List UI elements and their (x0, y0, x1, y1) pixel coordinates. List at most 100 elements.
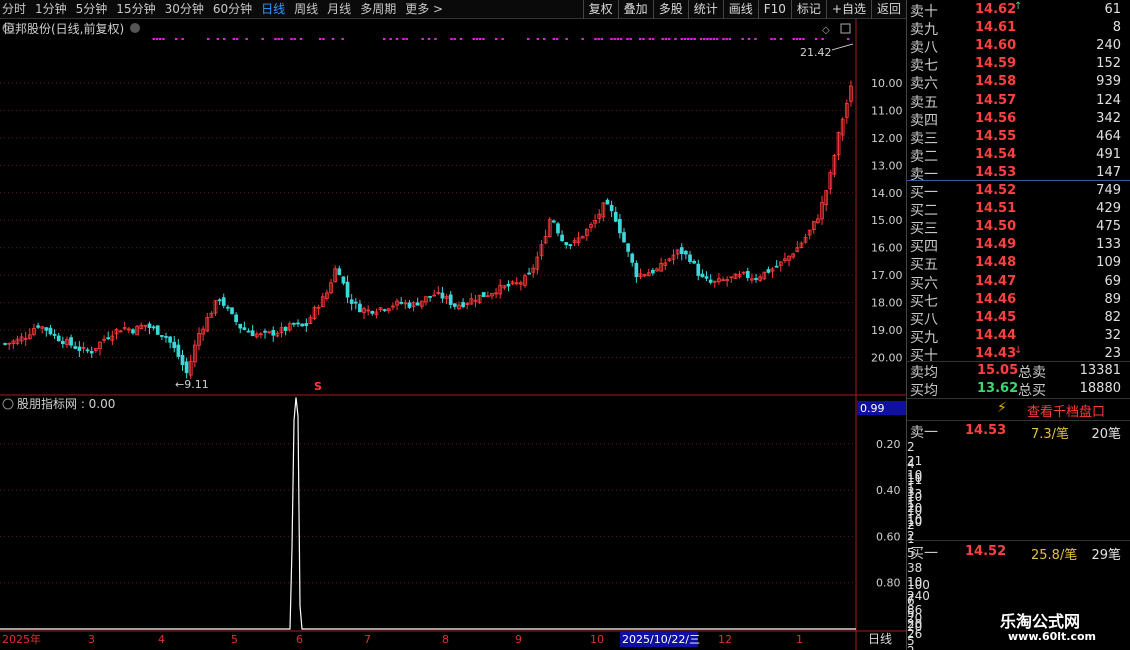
candle-body (292, 322, 296, 325)
buy-level-row[interactable]: 买四 14.49 133 (907, 235, 1130, 255)
candle-body (242, 327, 247, 330)
sell-level-row[interactable]: 卖一 14.53 147 (907, 163, 1130, 183)
candle-body (684, 250, 688, 255)
x-axis-label: 4 (158, 633, 165, 646)
tab-weekly[interactable]: 周线 (294, 1, 318, 18)
signal-dot (664, 38, 668, 40)
signal-dot (155, 38, 159, 40)
sell1-order-row: 11 13 20 10 2 (907, 473, 1130, 543)
candle-body (147, 323, 152, 328)
indicator-collapse-icon[interactable] (2, 398, 14, 410)
buy-level-row[interactable]: 买二 14.51 429 (907, 199, 1130, 219)
price-tick-label: 18.00 (871, 297, 903, 310)
add-watchlist-button[interactable]: +自选 (825, 0, 871, 19)
sell1-order-row: 2 21 10 1 1 (907, 440, 1130, 510)
tab-15min[interactable]: 15分钟 (116, 1, 155, 18)
signal-dot (475, 38, 479, 40)
stats-button[interactable]: 统计 (687, 0, 723, 19)
sell-average-value: 15.05 (977, 363, 1019, 378)
signal-dot (661, 38, 664, 40)
buy-level-row[interactable]: 买三 14.50 475 (907, 217, 1130, 237)
signal-dot (555, 38, 559, 40)
price-tick-label: 20.00 (871, 352, 903, 365)
qianpan-label: 查看千档盘口 (1027, 405, 1106, 420)
candle-body (60, 340, 65, 344)
sell-level-price: 14.55 (975, 128, 1017, 144)
sell-level-row[interactable]: 卖八 14.60 240 (907, 36, 1130, 56)
signal-dot (639, 38, 642, 40)
mark-button[interactable]: 标记 (790, 0, 826, 19)
tab-1min[interactable]: 1分钟 (35, 1, 67, 18)
qianpan-button[interactable]: ⚡ 查看千档盘口 (907, 398, 1130, 420)
sell-level-price: 14.61 (975, 20, 1017, 36)
price-chart[interactable]: 20.00 19.00 18.00 17.00 16.00 15.00 14.00 13.00… (0, 19, 906, 650)
sell-level-row[interactable]: 卖五 14.57 124 (907, 91, 1130, 111)
buy-level-volume: 89 (1104, 291, 1121, 307)
buy-level-volume: 109 (1096, 255, 1121, 271)
sell-level-row[interactable]: 卖十 14.62 61 ↑ (907, 0, 1130, 20)
sell-level-row[interactable]: 卖二 14.54 491 (907, 145, 1130, 165)
candle-body (568, 244, 573, 247)
toolbar-actions: 复权 叠加 多股 统计 画线 F10 标记 +自选 返回 (582, 0, 906, 19)
candle-body (341, 276, 346, 284)
candle-body (700, 273, 705, 278)
overlay-button[interactable]: 叠加 (617, 0, 653, 19)
sell-level-row[interactable]: 卖三 14.55 464 (907, 127, 1130, 147)
tab-60min[interactable]: 60分钟 (213, 1, 252, 18)
candle-body (415, 302, 420, 306)
draw-button[interactable]: 画线 (722, 0, 758, 19)
sell-level-row[interactable]: 卖九 14.61 8 (907, 18, 1130, 38)
tab-monthly[interactable]: 月线 (327, 1, 351, 18)
tab-multi-period[interactable]: 多周期 (360, 1, 396, 18)
tab-intraday[interactable]: 分时 (2, 1, 26, 18)
signal-dot (293, 38, 296, 40)
candle-body (89, 351, 94, 354)
candle-body (73, 346, 78, 349)
sell-level-price: 14.62 (975, 2, 1017, 17)
buy-level-row[interactable]: 买五 14.48 109 (907, 253, 1130, 273)
signal-dot (683, 38, 687, 40)
buy-level-volume: 82 (1104, 309, 1121, 325)
signal-dot (728, 38, 732, 40)
buy-level-row[interactable]: 买七 14.46 89 (907, 290, 1130, 310)
signal-dot (459, 38, 463, 40)
tab-more[interactable]: 更多 > (405, 1, 443, 18)
signal-dot (341, 38, 344, 40)
buy-level-price: 14.52 (975, 183, 1017, 198)
back-button[interactable]: 返回 (870, 0, 906, 19)
candle-body (349, 299, 354, 304)
buy-average-label: 买均 (910, 383, 938, 399)
buy-level-row[interactable]: 买六 14.47 69 (907, 272, 1130, 292)
dropdown-icon[interactable] (130, 23, 140, 33)
sell-level-price: 14.58 (975, 74, 1017, 90)
buy-level-row[interactable]: 买一 14.52 749 (907, 181, 1130, 201)
adjust-button[interactable]: 复权 (582, 0, 618, 19)
sell-level-row[interactable]: 卖六 14.58 939 (907, 72, 1130, 92)
signal-dot (421, 38, 424, 40)
tab-daily[interactable]: 日线 (261, 1, 285, 18)
total-sell-value: 13381 (1079, 363, 1121, 378)
f10-button[interactable]: F10 (757, 0, 791, 19)
signal-dot (159, 38, 162, 40)
tab-5min[interactable]: 5分钟 (76, 1, 108, 18)
sell1-order-cell: 4 (907, 456, 915, 471)
indicator-title: 股朋指标网 : 0.00 (17, 396, 115, 411)
signal-dot (795, 38, 799, 40)
total-buy-value: 18880 (1079, 381, 1121, 396)
up-arrow-icon: ↑ (1014, 1, 1023, 12)
tab-30min[interactable]: 30分钟 (165, 1, 204, 18)
signal-dot (405, 38, 408, 40)
multi-stock-button[interactable]: 多股 (652, 0, 688, 19)
diamond-icon[interactable]: ◇ (822, 25, 830, 36)
indicator-tick-label: 0.20 (876, 438, 901, 451)
buy-level-row[interactable]: 买十 14.43 23 ↓ (907, 344, 1130, 364)
period-label: 日线 (868, 632, 892, 646)
sell-level-row[interactable]: 卖七 14.59 152 (907, 54, 1130, 74)
buy-level-row[interactable]: 买九 14.44 32 (907, 326, 1130, 346)
sell-level-row[interactable]: 卖四 14.56 342 (907, 109, 1130, 129)
candle-body (160, 335, 164, 337)
candle-body (172, 341, 177, 349)
window-icon[interactable] (840, 23, 851, 34)
buy-level-row[interactable]: 买八 14.45 82 (907, 308, 1130, 328)
indicator-line (0, 397, 856, 630)
